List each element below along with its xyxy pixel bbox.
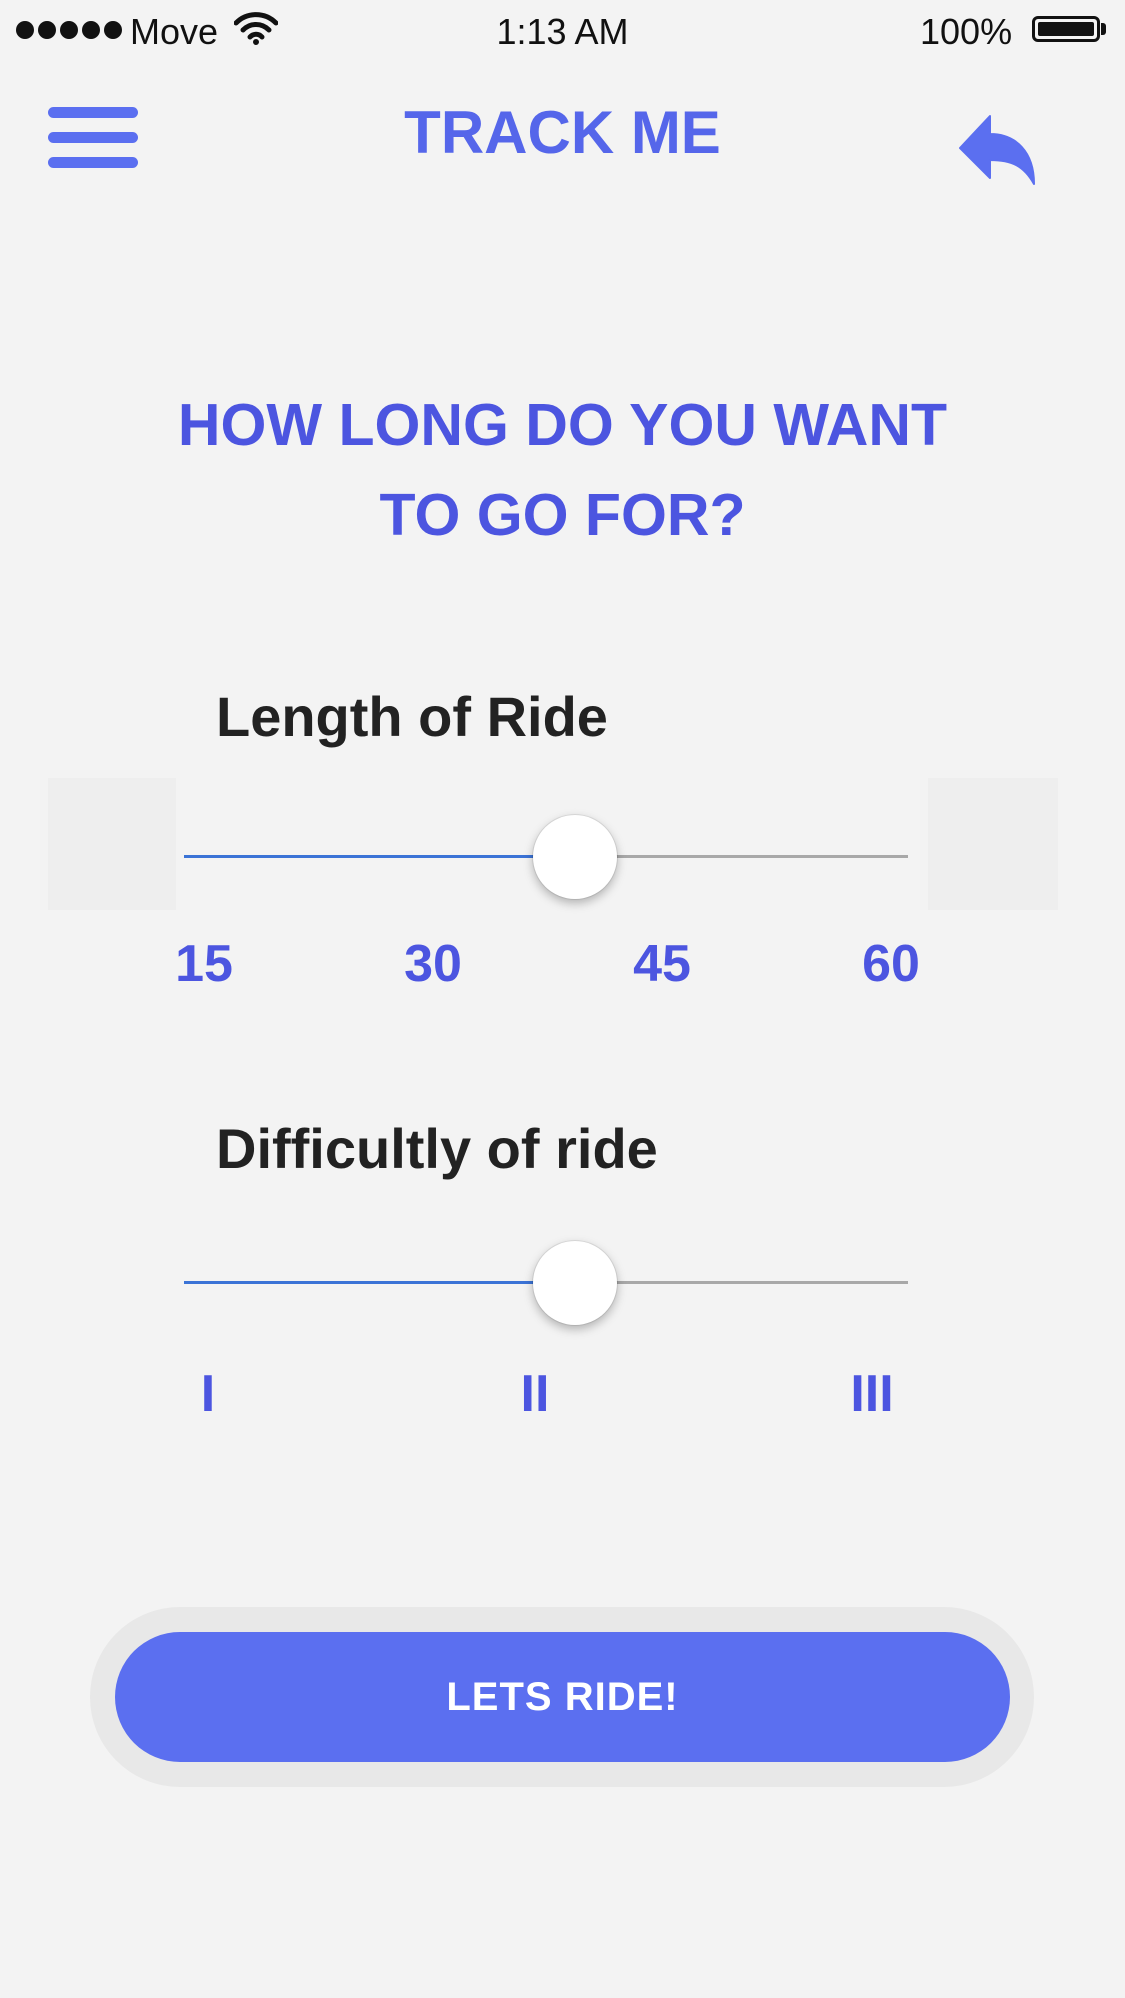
length-of-ride-label: Length of Ride	[216, 685, 608, 748]
slider-thumb[interactable]	[532, 1241, 617, 1325]
difficulty-of-ride-slider[interactable]	[184, 1238, 908, 1328]
length-of-ride-slider[interactable]	[184, 812, 908, 902]
slider-fill	[184, 855, 575, 858]
length-tick-30: 30	[404, 935, 462, 993]
battery-nub	[1101, 23, 1106, 35]
lets-ride-button[interactable]: LETS RIDE!	[115, 1632, 1010, 1762]
difficulty-tick-iii: III	[850, 1365, 894, 1423]
battery-icon	[1032, 16, 1100, 42]
slider-track-left-bg	[48, 778, 176, 910]
app-title: TRACK ME	[404, 99, 721, 166]
difficulty-tick-ii: II	[520, 1365, 550, 1423]
question-heading: HOW LONG DO YOU WANT TO GO FOR?	[100, 380, 1025, 560]
reply-arrow-icon[interactable]	[958, 110, 1038, 190]
question-line-2: TO GO FOR?	[379, 482, 746, 548]
status-bar: Move 1:13 AM 100%	[0, 0, 1125, 64]
slider-track-right-bg	[928, 778, 1058, 910]
slider-fill	[184, 1281, 575, 1284]
length-tick-45: 45	[633, 935, 691, 993]
length-tick-60: 60	[862, 935, 920, 993]
question-line-1: HOW LONG DO YOU WANT	[177, 392, 948, 458]
battery-percent: 100%	[920, 11, 1013, 52]
difficulty-tick-i: I	[200, 1365, 216, 1423]
length-tick-15: 15	[175, 935, 233, 993]
difficulty-of-ride-label: Difficultly of ride	[216, 1117, 658, 1180]
slider-thumb[interactable]	[532, 815, 617, 899]
